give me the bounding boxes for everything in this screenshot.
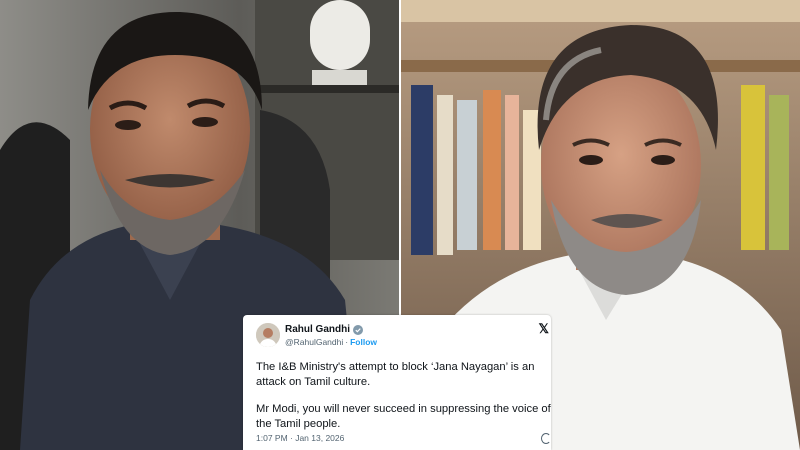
tweet-paragraph-2: Mr Modi, you will never succeed in suppr… — [256, 403, 551, 430]
follow-link[interactable]: Follow — [350, 337, 377, 347]
tweet-body: The I&B Ministry's attempt to block ‘Jan… — [256, 360, 551, 444]
info-icon[interactable] — [541, 433, 551, 444]
tweet-paragraph-1: The I&B Ministry's attempt to block ‘Jan… — [256, 361, 535, 388]
author-handle[interactable]: @RahulGandhi — [285, 337, 343, 347]
handle-row: @RahulGandhi · Follow — [285, 337, 377, 347]
x-logo-icon[interactable]: 𝕏 — [539, 321, 549, 337]
verified-badge-icon — [353, 324, 363, 335]
separator-dot: · — [345, 337, 349, 347]
author-name[interactable]: Rahul Gandhi — [285, 324, 350, 335]
tweet-card[interactable]: Rahul Gandhi @RahulGandhi · Follow 𝕏 The… — [243, 315, 551, 450]
tweet-timestamp[interactable]: 1:07 PM · Jan 13, 2026 — [256, 433, 344, 443]
collage: Rahul Gandhi @RahulGandhi · Follow 𝕏 The… — [0, 0, 800, 450]
avatar[interactable] — [256, 323, 280, 347]
author-row: Rahul Gandhi — [285, 324, 363, 335]
